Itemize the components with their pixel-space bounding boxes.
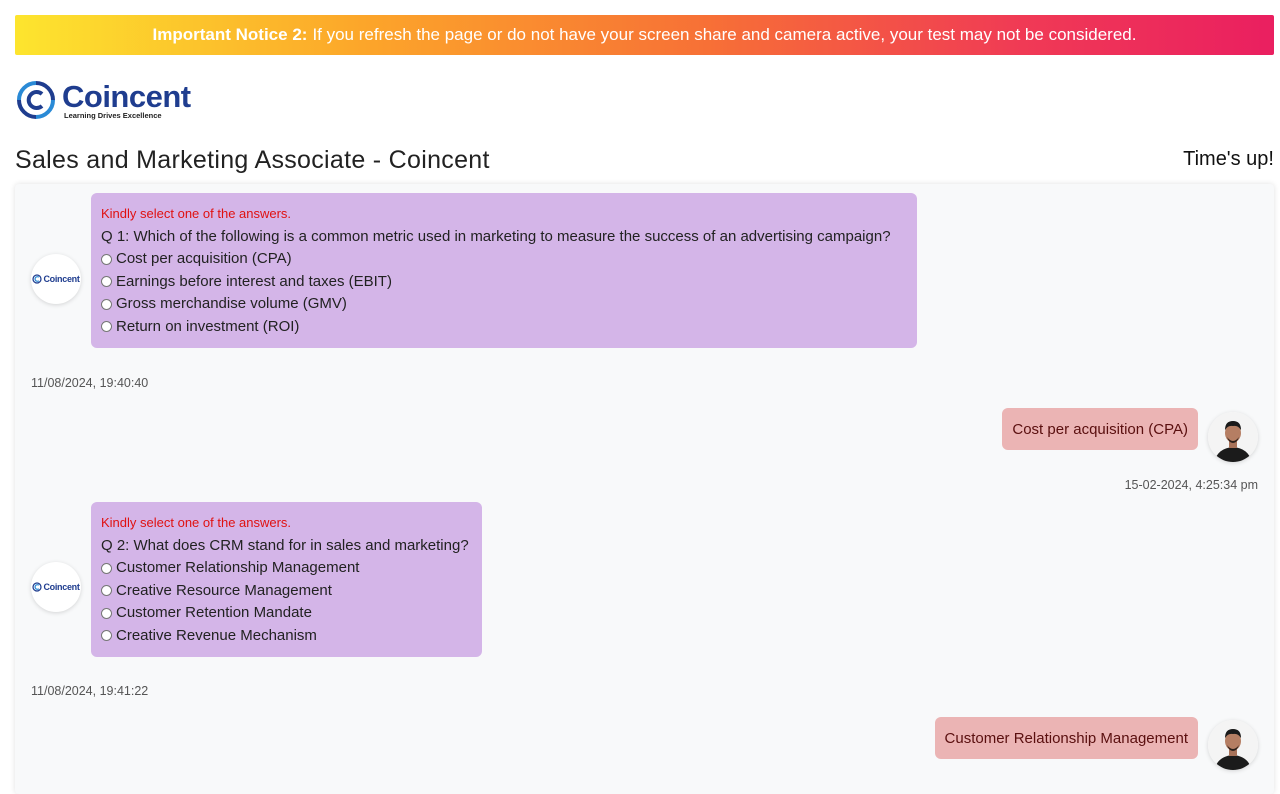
coincent-mini-logo-icon [32,582,43,592]
message-timestamp: 11/08/2024, 19:40:40 [31,376,149,390]
bot-logo-text: Coincent [43,582,80,592]
timer-status: Time's up! [1183,148,1274,170]
answer-option[interactable]: Creative Resource Management [101,580,472,603]
question-bubble: Kindly select one of the answers. Q 2: W… [91,502,482,657]
answer-option[interactable]: Customer Retention Mandate [101,602,472,625]
user-avatar [1208,412,1258,462]
coincent-logo-icon [17,81,55,119]
bot-avatar: Coincent [31,562,81,612]
answer-option[interactable]: Creative Revenue Mechanism [101,625,472,648]
bot-logo-text: Coincent [43,274,80,284]
coincent-mini-logo-icon [32,274,43,284]
option-label: Return on investment (ROI) [116,317,300,335]
user-photo-icon [1208,412,1258,462]
user-photo-icon [1208,720,1258,770]
option-label: Customer Retention Mandate [116,604,312,621]
question-text: Q 2: What does CRM stand for in sales an… [101,537,469,554]
bot-avatar: Coincent [31,254,81,304]
notice-text: If you refresh the page or do not have y… [312,25,1137,44]
user-reply-bubble: Customer Relationship Management [934,717,1198,759]
notice-label: Important Notice 2: [152,25,308,44]
answer-option[interactable]: Gross merchandise volume (GMV) [101,293,907,316]
coincent-logo: Coincent Learning Drives Excellence [16,80,191,120]
answer-warning: Kindly select one of the answers. [101,515,292,530]
chat-panel[interactable]: Coincent Kindly select one of the answer… [15,184,1274,794]
page-title: Sales and Marketing Associate - Coincent [15,146,490,174]
important-notice-banner: Important Notice 2: If you refresh the p… [15,15,1274,55]
answer-radio[interactable] [101,562,112,574]
option-label: Gross merchandise volume (GMV) [116,295,347,312]
answer-radio[interactable] [101,321,112,333]
option-label: Creative Resource Management [116,581,332,599]
answer-option[interactable]: Return on investment (ROI) [101,316,907,339]
user-avatar [1208,720,1258,770]
option-label: Earnings before interest and taxes (EBIT… [116,272,392,290]
answer-radio[interactable] [101,585,112,597]
answer-option[interactable]: Cost per acquisition (CPA) [101,248,907,271]
answer-radio[interactable] [101,298,112,310]
answer-radio[interactable] [101,276,112,288]
option-label: Cost per acquisition (CPA) [116,250,292,267]
question-bubble: Kindly select one of the answers. Q 1: W… [91,193,917,348]
option-label: Customer Relationship Management [116,559,360,576]
reply-timestamp: 15-02-2024, 4:25:34 pm [1124,478,1258,492]
answer-warning: Kindly select one of the answers. [101,206,292,221]
logo-wordmark: Coincent [62,79,191,114]
answer-radio[interactable] [101,607,112,619]
answer-option[interactable]: Earnings before interest and taxes (EBIT… [101,271,907,294]
answer-radio[interactable] [101,630,112,642]
option-label: Creative Revenue Mechanism [116,626,317,644]
answer-radio[interactable] [101,253,112,265]
user-reply-bubble: Cost per acquisition (CPA) [1002,408,1198,450]
question-text: Q 1: Which of the following is a common … [101,228,891,245]
message-timestamp: 11/08/2024, 19:41:22 [31,684,149,698]
answer-option[interactable]: Customer Relationship Management [101,557,472,580]
